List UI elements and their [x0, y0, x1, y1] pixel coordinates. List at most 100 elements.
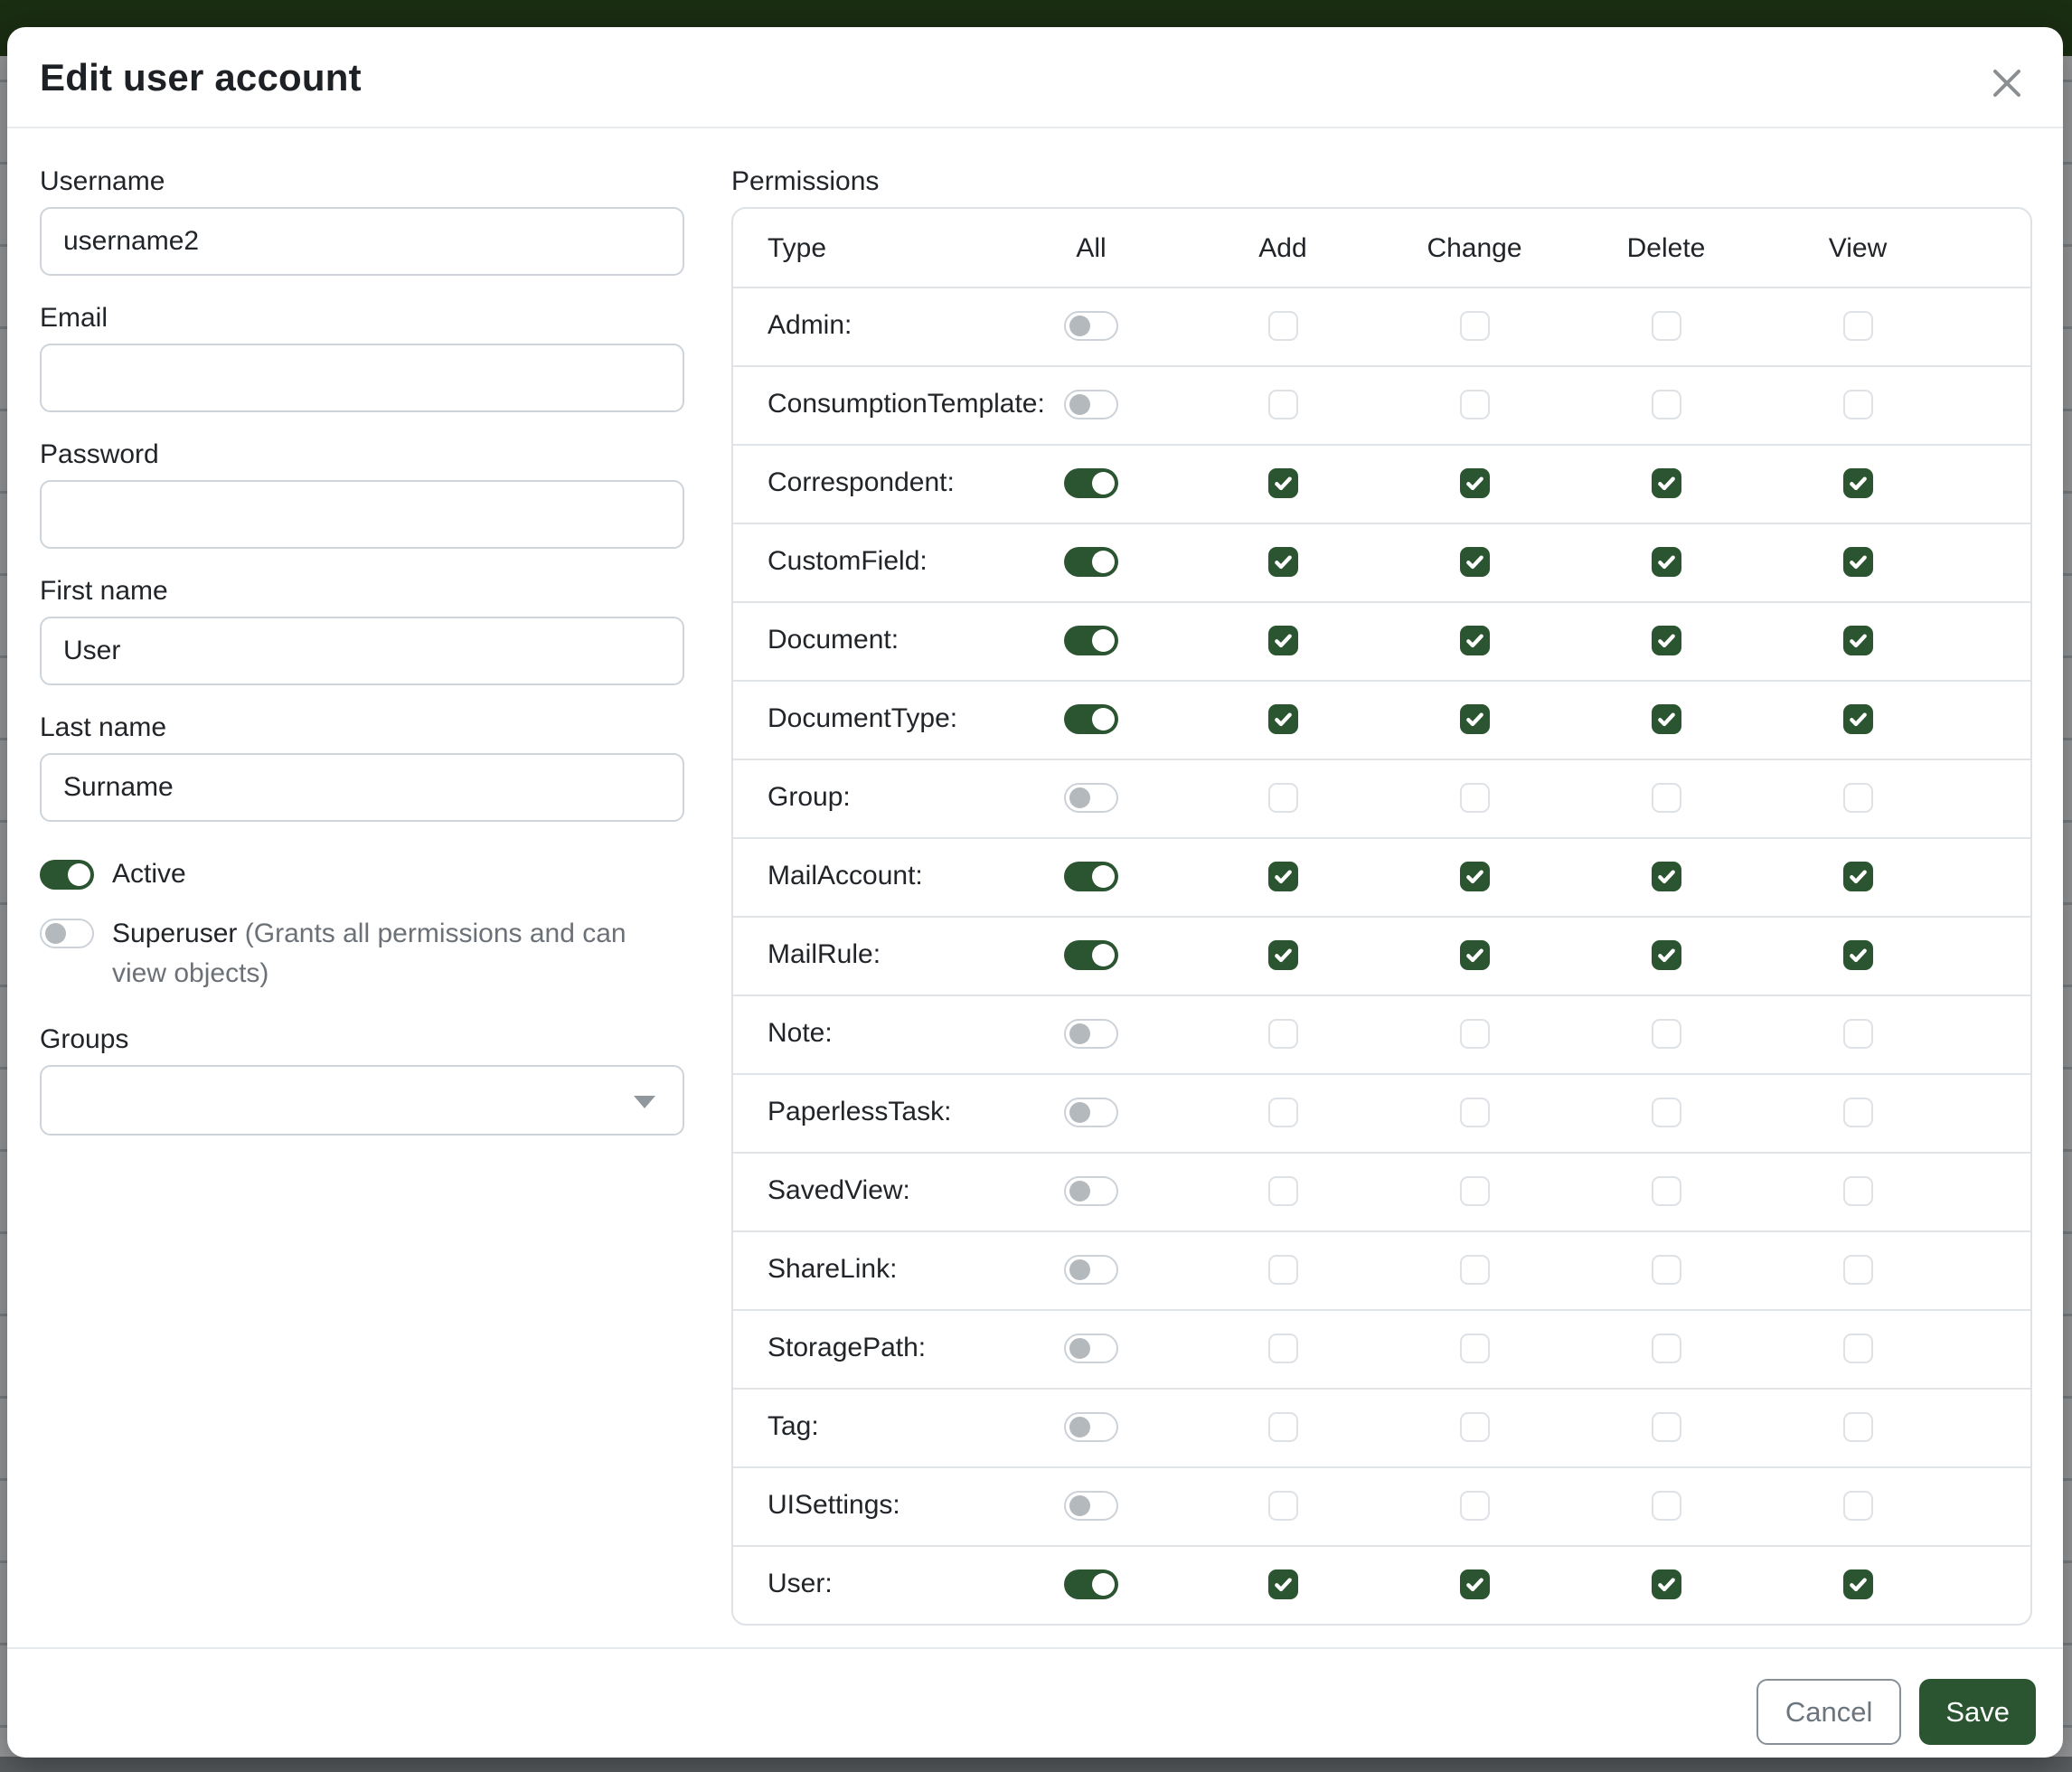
permission-view-checkbox[interactable] [1843, 1412, 1873, 1442]
permission-change-checkbox[interactable] [1460, 1569, 1490, 1599]
permission-add-checkbox[interactable] [1268, 1334, 1298, 1363]
permission-delete-checkbox[interactable] [1652, 311, 1681, 341]
permission-all-toggle[interactable] [1064, 1019, 1118, 1049]
permission-all-toggle[interactable] [1064, 547, 1118, 577]
permission-view-checkbox[interactable] [1843, 468, 1873, 498]
permission-all-toggle[interactable] [1064, 1255, 1118, 1285]
permission-all-toggle[interactable] [1064, 468, 1118, 498]
permission-change-checkbox[interactable] [1460, 1098, 1490, 1127]
permission-add-checkbox[interactable] [1268, 1019, 1298, 1049]
permission-change-checkbox[interactable] [1460, 1334, 1490, 1363]
permission-add-checkbox[interactable] [1268, 1098, 1298, 1127]
permission-all-toggle[interactable] [1064, 1569, 1118, 1599]
permission-delete-checkbox[interactable] [1652, 468, 1681, 498]
last-name-input[interactable] [40, 753, 684, 822]
permission-all-toggle[interactable] [1064, 783, 1118, 813]
active-toggle[interactable] [40, 860, 94, 890]
permission-add-checkbox[interactable] [1268, 311, 1298, 341]
permission-all-toggle[interactable] [1064, 1334, 1118, 1363]
permission-delete-checkbox[interactable] [1652, 1098, 1681, 1127]
permission-view-checkbox[interactable] [1843, 1569, 1873, 1599]
permission-view-checkbox[interactable] [1843, 1491, 1873, 1521]
permission-change-checkbox[interactable] [1460, 704, 1490, 734]
permission-delete-checkbox[interactable] [1652, 704, 1681, 734]
permission-add-checkbox[interactable] [1268, 1491, 1298, 1521]
permission-change-checkbox[interactable] [1460, 547, 1490, 577]
permission-change-checkbox[interactable] [1460, 783, 1490, 813]
permission-view-checkbox[interactable] [1843, 1098, 1873, 1127]
permission-all-toggle[interactable] [1064, 1176, 1118, 1206]
permission-delete-checkbox[interactable] [1652, 783, 1681, 813]
permission-view-checkbox[interactable] [1843, 940, 1873, 970]
active-label: Active [112, 854, 186, 894]
permission-type-label: DocumentType: [768, 703, 957, 734]
permission-change-checkbox[interactable] [1460, 626, 1490, 655]
permission-view-checkbox[interactable] [1843, 783, 1873, 813]
permission-view-checkbox[interactable] [1843, 311, 1873, 341]
permission-add-checkbox[interactable] [1268, 1412, 1298, 1442]
permission-delete-checkbox[interactable] [1652, 1019, 1681, 1049]
permission-change-checkbox[interactable] [1460, 940, 1490, 970]
permission-delete-checkbox[interactable] [1652, 626, 1681, 655]
permission-add-checkbox[interactable] [1268, 783, 1298, 813]
cancel-button[interactable]: Cancel [1756, 1679, 1902, 1745]
permission-change-checkbox[interactable] [1460, 862, 1490, 891]
permission-view-checkbox[interactable] [1843, 704, 1873, 734]
permission-all-toggle[interactable] [1064, 1412, 1118, 1442]
permission-change-checkbox[interactable] [1460, 311, 1490, 341]
permission-delete-checkbox[interactable] [1652, 1412, 1681, 1442]
permission-row: ConsumptionTemplate: [733, 365, 2030, 444]
permission-delete-checkbox[interactable] [1652, 1255, 1681, 1285]
permission-all-toggle[interactable] [1064, 1098, 1118, 1127]
first-name-input[interactable] [40, 617, 684, 685]
permission-add-checkbox[interactable] [1268, 547, 1298, 577]
username-input[interactable] [40, 207, 684, 276]
permission-add-checkbox[interactable] [1268, 862, 1298, 891]
permission-add-checkbox[interactable] [1268, 1176, 1298, 1206]
permission-all-toggle[interactable] [1064, 940, 1118, 970]
groups-select[interactable] [40, 1065, 684, 1136]
permission-all-toggle[interactable] [1064, 704, 1118, 734]
email-input[interactable] [40, 344, 684, 412]
permission-view-checkbox[interactable] [1843, 1255, 1873, 1285]
permission-change-checkbox[interactable] [1460, 1019, 1490, 1049]
permission-change-checkbox[interactable] [1460, 1491, 1490, 1521]
permission-change-checkbox[interactable] [1460, 1412, 1490, 1442]
permission-delete-checkbox[interactable] [1652, 547, 1681, 577]
permission-all-toggle[interactable] [1064, 626, 1118, 655]
close-button[interactable] [1985, 61, 2029, 105]
permission-view-checkbox[interactable] [1843, 626, 1873, 655]
permission-all-toggle[interactable] [1064, 311, 1118, 341]
permission-change-checkbox[interactable] [1460, 390, 1490, 419]
permission-add-checkbox[interactable] [1268, 940, 1298, 970]
permission-delete-checkbox[interactable] [1652, 862, 1681, 891]
permission-view-checkbox[interactable] [1843, 547, 1873, 577]
permission-delete-checkbox[interactable] [1652, 1569, 1681, 1599]
superuser-toggle[interactable] [40, 919, 94, 948]
permission-delete-checkbox[interactable] [1652, 1334, 1681, 1363]
permission-delete-checkbox[interactable] [1652, 390, 1681, 419]
permission-add-checkbox[interactable] [1268, 1255, 1298, 1285]
password-input[interactable] [40, 480, 684, 549]
permission-add-checkbox[interactable] [1268, 704, 1298, 734]
permission-all-toggle[interactable] [1064, 1491, 1118, 1521]
permission-change-checkbox[interactable] [1460, 1176, 1490, 1206]
permission-delete-checkbox[interactable] [1652, 1491, 1681, 1521]
permission-all-toggle[interactable] [1064, 390, 1118, 419]
permission-delete-checkbox[interactable] [1652, 1176, 1681, 1206]
permission-view-checkbox[interactable] [1843, 1176, 1873, 1206]
save-button[interactable]: Save [1919, 1679, 2036, 1745]
permission-change-checkbox[interactable] [1460, 1255, 1490, 1285]
permission-all-toggle[interactable] [1064, 862, 1118, 891]
page-bottom-behind [0, 1757, 2072, 1772]
permission-change-checkbox[interactable] [1460, 468, 1490, 498]
permission-add-checkbox[interactable] [1268, 390, 1298, 419]
permission-view-checkbox[interactable] [1843, 862, 1873, 891]
permission-add-checkbox[interactable] [1268, 626, 1298, 655]
permission-add-checkbox[interactable] [1268, 1569, 1298, 1599]
permission-view-checkbox[interactable] [1843, 390, 1873, 419]
permission-add-checkbox[interactable] [1268, 468, 1298, 498]
permission-view-checkbox[interactable] [1843, 1019, 1873, 1049]
permission-view-checkbox[interactable] [1843, 1334, 1873, 1363]
permission-delete-checkbox[interactable] [1652, 940, 1681, 970]
